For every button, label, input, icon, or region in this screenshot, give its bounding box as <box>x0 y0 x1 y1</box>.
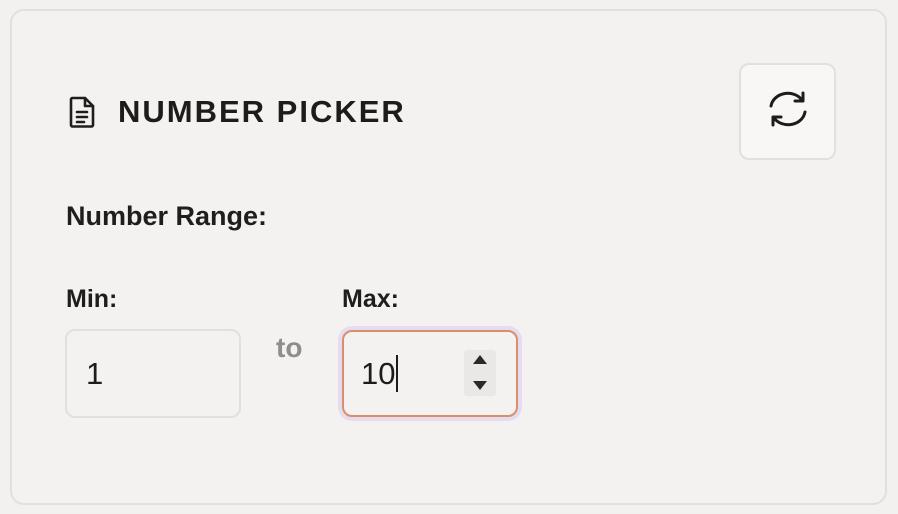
card-header: NUMBER PICKER <box>66 92 406 132</box>
increment-arrow-icon[interactable] <box>473 351 487 369</box>
page-title: NUMBER PICKER <box>118 94 406 129</box>
max-input-stepper[interactable] <box>464 350 496 396</box>
max-input-value: 10 <box>361 355 396 391</box>
refresh-icon <box>766 89 810 134</box>
decrement-arrow-icon[interactable] <box>473 377 487 395</box>
range-separator: to <box>276 332 303 363</box>
refresh-button[interactable] <box>739 63 836 160</box>
min-input-value: 1 <box>86 355 104 391</box>
number-range-label: Number Range: <box>66 201 268 231</box>
text-caret <box>396 355 399 392</box>
page: NUMBER PICKER Number Range: Min: Max: 1 … <box>0 0 898 514</box>
min-label: Min: <box>66 285 118 313</box>
min-input[interactable]: 1 <box>65 329 241 418</box>
max-label: Max: <box>342 285 399 313</box>
document-icon <box>66 94 98 130</box>
